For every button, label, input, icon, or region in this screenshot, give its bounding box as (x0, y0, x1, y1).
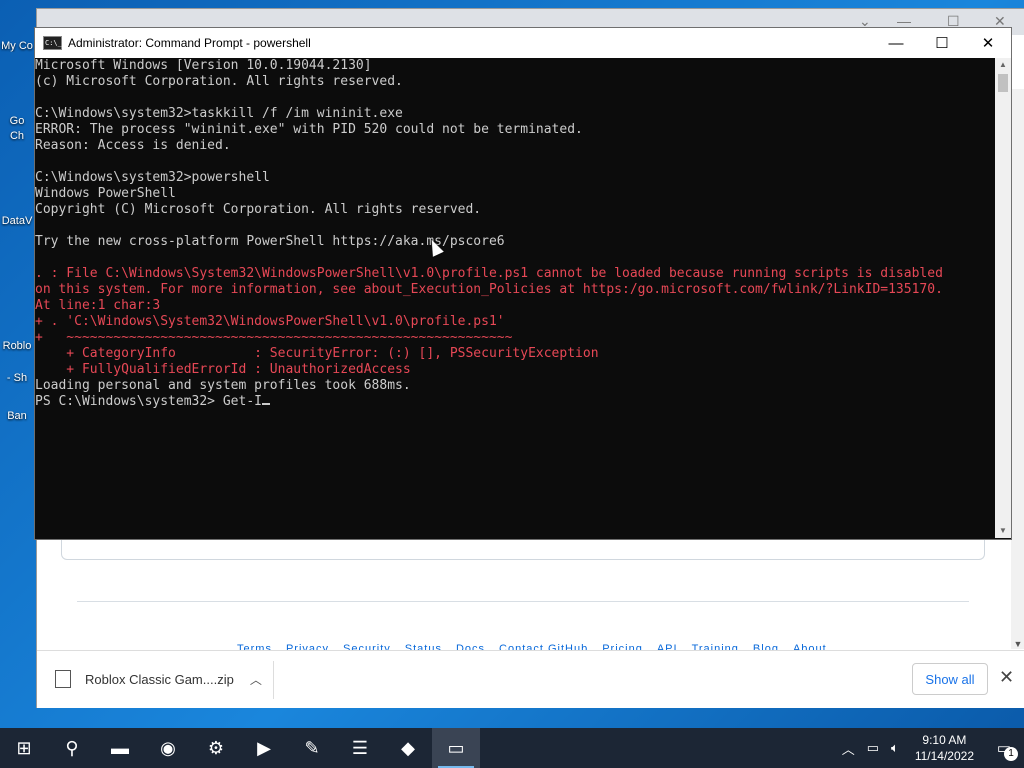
close-button[interactable]: ✕ (965, 28, 1011, 58)
download-item[interactable]: Roblox Classic Gam....zip ︿ (55, 663, 275, 695)
console-line: Loading personal and system profiles too… (35, 378, 411, 393)
window-title: Administrator: Command Prompt - powershe… (68, 36, 311, 50)
console-error-line: + CategoryInfo : SecurityError: (:) [], … (35, 346, 599, 361)
console-line: C:\Windows\system32>powershell (35, 170, 270, 185)
console-error-line: + FullyQualifiedErrorId : UnauthorizedAc… (35, 362, 411, 377)
minimize-button[interactable]: — (873, 28, 919, 58)
cmd-app-icon: C:\_ (43, 36, 62, 50)
console-line: Windows PowerShell (35, 186, 176, 201)
download-bar: Roblox Classic Gam....zip ︿ Show all ✕ (37, 650, 1024, 708)
console-scrollbar[interactable]: ▲ ▼ (995, 58, 1011, 538)
media-player-icon[interactable]: ▶ (240, 728, 288, 768)
show-all-button[interactable]: Show all (912, 663, 988, 695)
chrome-icon[interactable]: ◉ (144, 728, 192, 768)
network-icon[interactable]: ▭ (867, 740, 879, 756)
footer-divider (77, 601, 969, 602)
console-error-line: . : File C:\Windows\System32\WindowsPowe… (35, 266, 943, 281)
chevron-up-icon[interactable]: ︿ (250, 671, 262, 688)
desktop-shortcut[interactable]: Ban (0, 410, 34, 422)
desktop-shortcut-label: Ban (7, 410, 27, 422)
notepad-icon[interactable]: ✎ (288, 728, 336, 768)
scroll-down-icon[interactable]: ▼ (995, 524, 1011, 538)
scroll-down-icon[interactable]: ▼ (1011, 639, 1024, 649)
desktop-shortcut-label: Ch (9, 130, 25, 142)
desktop-shortcut-label: DataV (1, 215, 33, 227)
divider (273, 661, 274, 699)
page-scrollbar[interactable]: ▼ (1011, 89, 1024, 649)
volume-icon[interactable]: 🔈︎ (891, 740, 899, 756)
desktop-shortcut[interactable]: My Co (0, 40, 34, 52)
console-line: ERROR: The process "wininit.exe" with PI… (35, 122, 583, 137)
scroll-thumb[interactable] (998, 74, 1008, 92)
start-button[interactable]: ⊞ (0, 728, 48, 768)
console-error-line: + ~~~~~~~~~~~~~~~~~~~~~~~~~~~~~~~~~~~~~~… (35, 330, 513, 345)
command-prompt-window[interactable]: C:\_ Administrator: Command Prompt - pow… (34, 27, 1012, 540)
desktop-shortcut[interactable]: - Sh (0, 372, 34, 384)
roblox-studio-icon[interactable]: ◆ (384, 728, 432, 768)
console-prompt-line[interactable]: PS C:\Windows\system32> Get-I (35, 394, 995, 410)
console-line: Copyright (C) Microsoft Corporation. All… (35, 202, 482, 217)
clock[interactable]: 9:10 AM 11/14/2022 (915, 732, 974, 764)
console-line: Try the new cross-platform PowerShell ht… (35, 234, 505, 249)
database-icon[interactable]: ☰ (336, 728, 384, 768)
console-error-line: on this system. For more information, se… (35, 282, 943, 297)
settings-gear-icon[interactable]: ⚙ (192, 728, 240, 768)
console-error-line: At line:1 char:3 (35, 298, 161, 313)
file-explorer-icon[interactable]: ▬ (96, 728, 144, 768)
zip-file-icon (55, 670, 71, 688)
system-tray: ︿ ▭ 🔈︎ 9:10 AM 11/14/2022 ▭ 1 (836, 728, 1024, 768)
chevron-up-icon[interactable]: ︿ (842, 739, 855, 758)
desktop-shortcut[interactable]: Go (0, 115, 34, 127)
desktop-shortcut-label: My Co (1, 40, 33, 52)
clock-time: 9:10 AM (922, 733, 967, 747)
desktop-shortcut-label: - Sh (6, 372, 28, 384)
desktop-shortcut[interactable]: Roblo (0, 340, 34, 352)
scroll-up-icon[interactable]: ▲ (995, 58, 1011, 72)
console-error-line: + . 'C:\Windows\System32\WindowsPowerShe… (35, 314, 505, 329)
console-line: (c) Microsoft Corporation. All rights re… (35, 74, 403, 89)
taskbar: ⊞ ⚲ ▬ ◉ ⚙ ▶ ✎ ☰ ◆ ▭ ︿ ▭ 🔈︎ 9:10 AM 11/14/2022 ▭ 1 (0, 728, 1024, 768)
desktop-shortcut[interactable]: DataV (0, 215, 34, 227)
action-center-icon[interactable]: ▭ 1 (984, 728, 1024, 768)
notification-count: 1 (1004, 747, 1018, 761)
window-titlebar[interactable]: C:\_ Administrator: Command Prompt - pow… (35, 28, 1011, 58)
text-cursor (261, 403, 270, 405)
desktop-shortcut-label: Roblo (2, 340, 32, 352)
command-prompt-icon[interactable]: ▭ (432, 728, 480, 768)
download-filename: Roblox Classic Gam....zip (85, 671, 234, 687)
maximize-button[interactable]: ☐ (919, 28, 965, 58)
console-line: Reason: Access is denied. (35, 138, 231, 153)
search-icon[interactable]: ⚲ (48, 728, 96, 768)
console-prompt: PS C:\Windows\system32> (35, 394, 223, 409)
console-line: Microsoft Windows [Version 10.0.19044.21… (35, 58, 372, 73)
desktop-shortcut-label: Go (9, 115, 25, 127)
console-output[interactable]: Microsoft Windows [Version 10.0.19044.21… (35, 58, 995, 538)
close-download-bar-icon[interactable]: ✕ (999, 667, 1014, 688)
clock-date: 11/14/2022 (914, 749, 974, 763)
console-line: C:\Windows\system32>taskkill /f /im wini… (35, 106, 403, 121)
desktop-shortcut[interactable]: Ch (0, 130, 34, 142)
console-input[interactable]: Get-I (223, 394, 262, 409)
